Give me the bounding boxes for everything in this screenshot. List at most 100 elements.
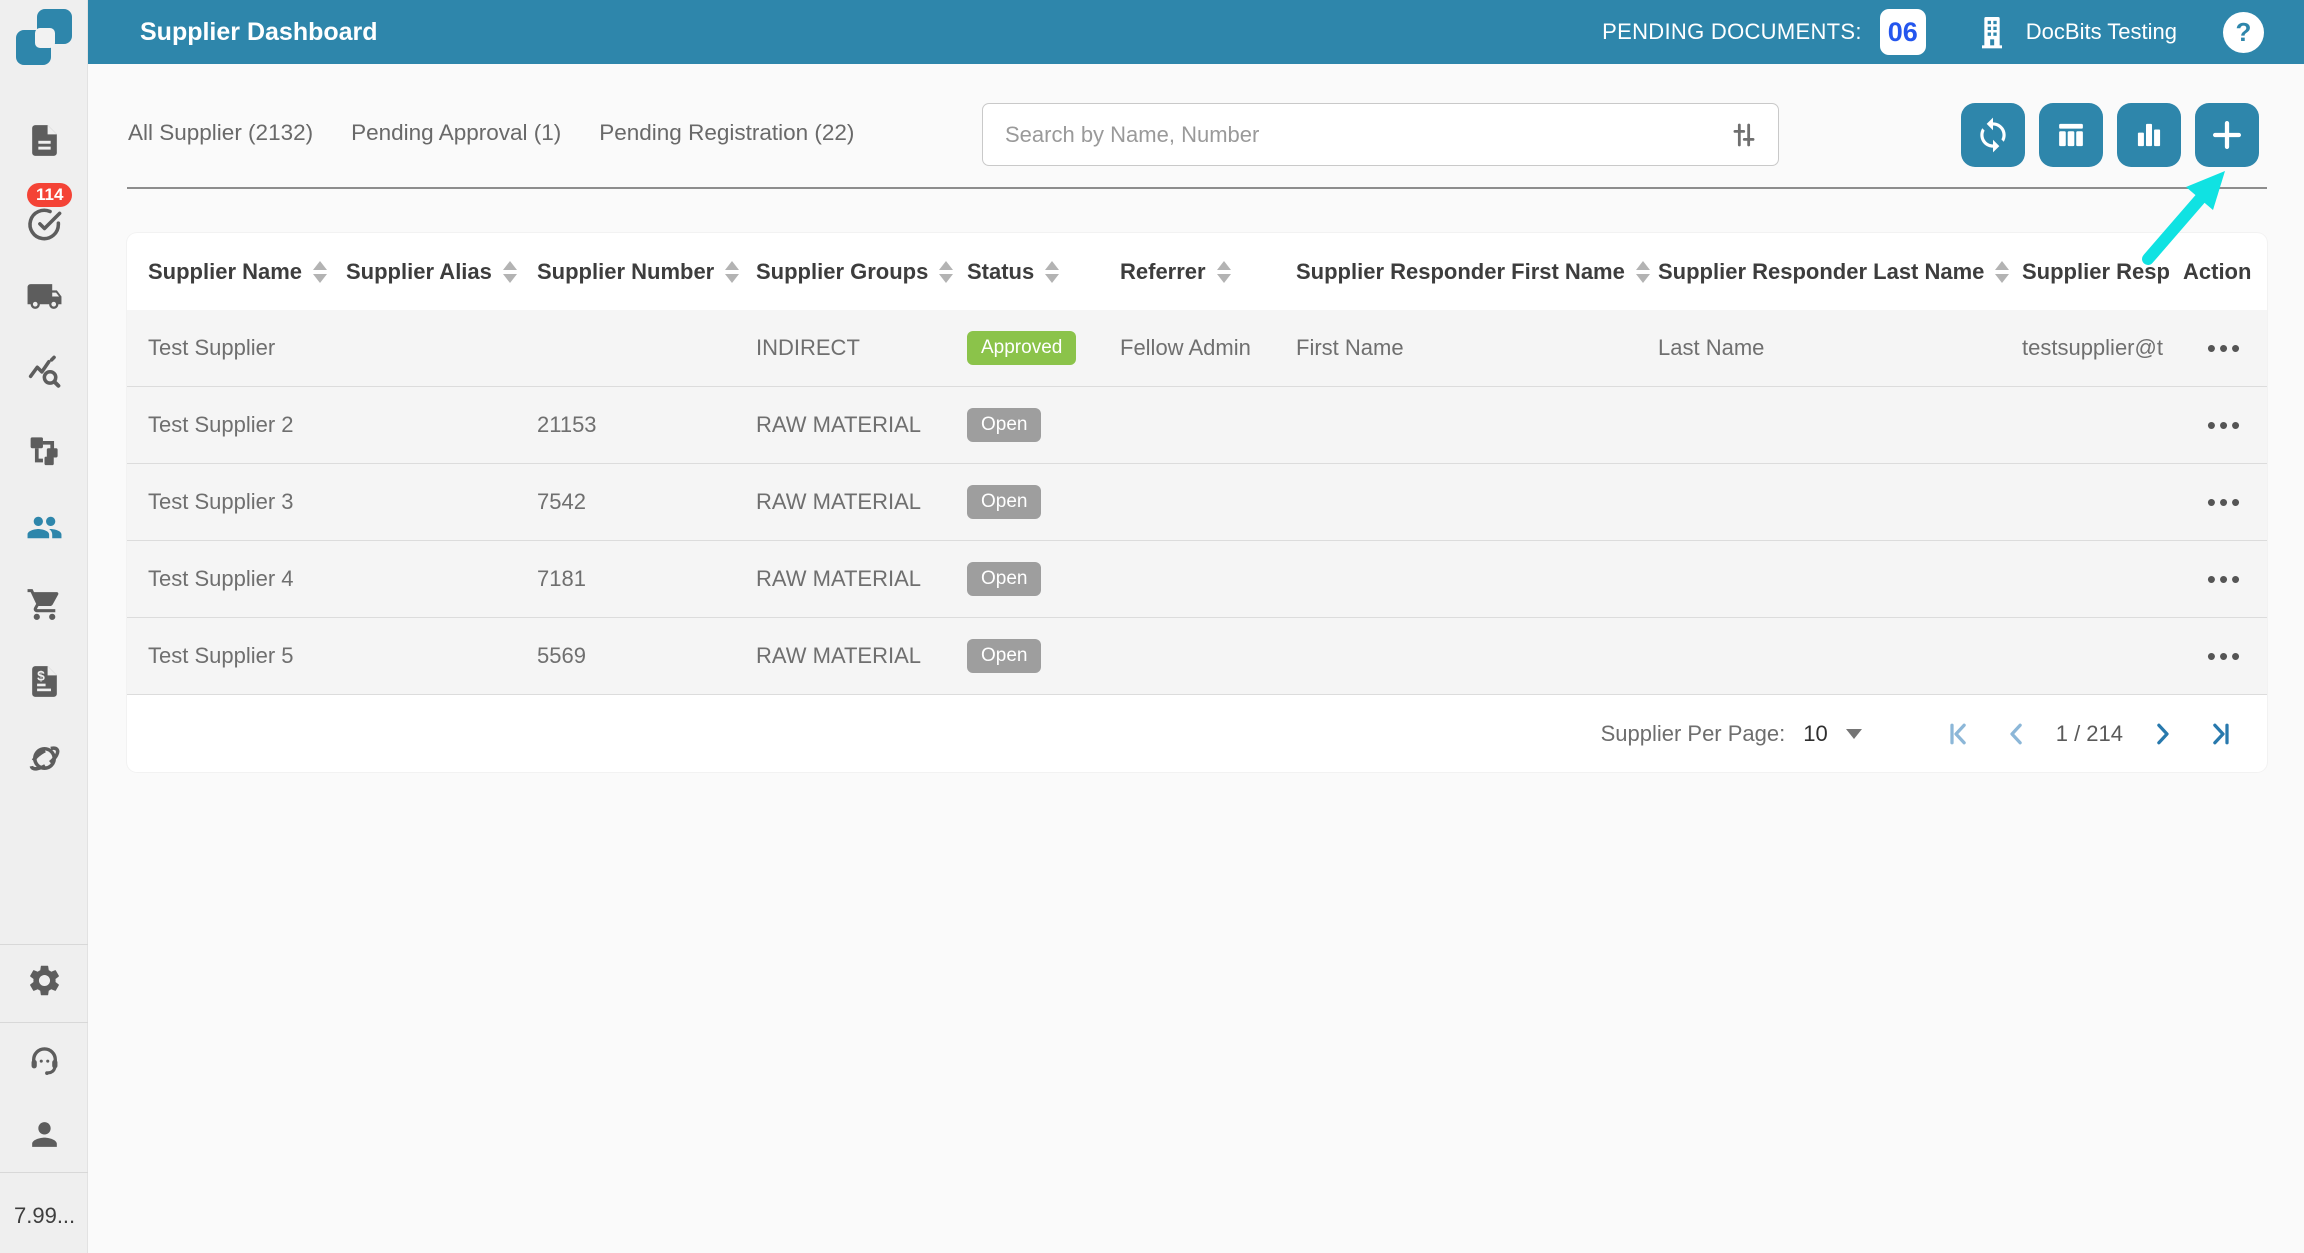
top-bar-right: PENDING DOCUMENTS: 06 DocBits Testing ?	[1602, 9, 2264, 55]
approvals-check-icon	[27, 208, 61, 240]
column-header-responder-last-name[interactable]: Supplier Responder Last Name	[1658, 259, 2022, 285]
table-row: Test Supplier 4 7181 RAW MATERIAL Open •…	[127, 541, 2267, 618]
pending-documents-label: PENDING DOCUMENTS:	[1602, 19, 1862, 44]
column-header-supplier-groups[interactable]: Supplier Groups	[756, 259, 967, 285]
sidebar: 114 $ 7.99...	[0, 0, 88, 1253]
organization-selector[interactable]: DocBits Testing	[1972, 12, 2177, 52]
table-row: Test Supplier INDIRECT Approved Fellow A…	[127, 310, 2267, 387]
app-logo[interactable]	[14, 7, 74, 67]
sidebar-item-support[interactable]	[0, 1032, 88, 1088]
first-page-button[interactable]	[1946, 719, 1976, 749]
refresh-button[interactable]	[1961, 103, 2025, 167]
sidebar-divider	[0, 1172, 88, 1173]
search-input[interactable]	[1005, 121, 1728, 148]
first-page-icon	[1950, 723, 1966, 744]
cell-supplier-number: 5569	[537, 643, 586, 668]
column-header-status[interactable]: Status	[967, 259, 1120, 285]
cell-status: Open	[967, 485, 1120, 519]
per-page-label: Supplier Per Page:	[1600, 720, 1786, 746]
cell-responder-email: testsupplier@t	[2022, 335, 2163, 360]
row-action-menu-icon[interactable]: •••	[2203, 483, 2247, 521]
last-page-button[interactable]	[2203, 719, 2233, 749]
sidebar-item-shipments[interactable]	[0, 268, 88, 324]
sidebar-item-invoices[interactable]: $	[0, 653, 88, 709]
invoice-icon: $	[31, 665, 57, 697]
pending-documents-count-badge[interactable]: 06	[1879, 9, 1926, 55]
previous-page-button[interactable]	[2002, 719, 2032, 749]
next-page-button[interactable]	[2147, 719, 2177, 749]
cell-supplier-name: Test Supplier 3	[148, 489, 294, 514]
integrations-orbit-icon	[29, 745, 59, 771]
cell-supplier-groups: INDIRECT	[756, 335, 860, 360]
sidebar-divider	[0, 944, 88, 945]
cell-action: •••	[2183, 329, 2267, 367]
sidebar-item-integrations[interactable]	[0, 730, 88, 786]
top-bar: Supplier Dashboard PENDING DOCUMENTS: 06…	[88, 0, 2304, 64]
cell-action: •••	[2183, 483, 2267, 521]
help-icon[interactable]: ?	[2223, 11, 2264, 53]
column-header-referrer[interactable]: Referrer	[1120, 259, 1296, 285]
cell-supplier-name: Test Supplier 4	[148, 566, 294, 591]
supplier-table-card: Supplier Name Supplier Alias Supplier Nu…	[127, 233, 2267, 772]
sort-icon	[725, 260, 740, 283]
cell-supplier-groups: RAW MATERIAL	[756, 489, 922, 514]
sidebar-item-workflow[interactable]	[0, 422, 88, 478]
workflow-icon	[30, 436, 58, 465]
chevron-right-icon	[2157, 723, 2169, 744]
cell-supplier-groups: RAW MATERIAL	[756, 643, 922, 668]
per-page-value: 10	[1803, 720, 1828, 746]
tab-pending-registration[interactable]: Pending Registration (22)	[599, 120, 854, 146]
row-action-menu-icon[interactable]: •••	[2203, 637, 2247, 675]
building-icon	[1981, 17, 2002, 49]
chart-view-button[interactable]	[2117, 103, 2181, 167]
sort-icon	[1635, 260, 1650, 283]
cell-supplier-number: 7542	[537, 489, 586, 514]
support-headset-icon	[31, 1046, 57, 1075]
row-action-menu-icon[interactable]: •••	[2203, 406, 2247, 444]
table-row: Test Supplier 5 5569 RAW MATERIAL Open •…	[127, 618, 2267, 695]
cell-supplier-number: 7181	[537, 566, 586, 591]
sidebar-item-purchases[interactable]	[0, 576, 88, 632]
page-title: Supplier Dashboard	[140, 17, 378, 46]
columns-view-button[interactable]	[2039, 103, 2103, 167]
column-header-responder-email[interactable]: Supplier Resp	[2022, 259, 2183, 285]
table-header-row: Supplier Name Supplier Alias Supplier Nu…	[127, 233, 2267, 310]
cell-referrer: Fellow Admin	[1120, 335, 1251, 360]
settings-gear-icon	[29, 965, 59, 995]
cell-supplier-groups: RAW MATERIAL	[756, 566, 922, 591]
row-action-menu-icon[interactable]: •••	[2203, 560, 2247, 598]
svg-text:$: $	[37, 667, 45, 683]
cell-responder-first-name: First Name	[1296, 335, 1404, 360]
add-supplier-button[interactable]	[2195, 103, 2259, 167]
sort-icon	[1045, 260, 1060, 283]
supplier-tabs: All Supplier (2132) Pending Approval (1)…	[88, 64, 854, 202]
column-header-responder-first-name[interactable]: Supplier Responder First Name	[1296, 259, 1658, 285]
table-row: Test Supplier 2 21153 RAW MATERIAL Open …	[127, 387, 2267, 464]
status-badge: Open	[967, 408, 1042, 442]
sidebar-item-profile[interactable]	[0, 1106, 88, 1162]
cell-supplier-name: Test Supplier 5	[148, 643, 294, 668]
plus-icon	[2212, 120, 2242, 150]
tab-pending-approval[interactable]: Pending Approval (1)	[351, 120, 561, 146]
column-header-supplier-name[interactable]: Supplier Name	[148, 259, 346, 285]
filter-tune-icon[interactable]	[1728, 119, 1760, 151]
sidebar-item-suppliers[interactable]	[0, 499, 88, 555]
sidebar-item-analytics[interactable]	[0, 344, 88, 400]
column-header-supplier-number[interactable]: Supplier Number	[537, 259, 756, 285]
tab-all-supplier[interactable]: All Supplier (2132)	[128, 120, 313, 146]
chevron-left-icon	[2010, 723, 2022, 744]
sort-icon	[313, 260, 328, 283]
profile-person-icon	[31, 1121, 57, 1147]
column-header-supplier-alias[interactable]: Supplier Alias	[346, 259, 537, 285]
purchase-cart-icon	[27, 588, 58, 620]
cell-status: Open	[967, 639, 1120, 673]
page-indicator: 1 / 214	[2055, 720, 2123, 746]
per-page-dropdown[interactable]: 10	[1803, 720, 1862, 747]
status-badge: Approved	[967, 331, 1077, 365]
sidebar-item-documents[interactable]	[0, 112, 88, 168]
row-action-menu-icon[interactable]: •••	[2203, 329, 2247, 367]
column-header-action: Action	[2183, 258, 2252, 284]
search-bar	[982, 103, 1779, 166]
sidebar-item-settings[interactable]	[0, 952, 88, 1008]
table-row: Test Supplier 3 7542 RAW MATERIAL Open •…	[127, 464, 2267, 541]
